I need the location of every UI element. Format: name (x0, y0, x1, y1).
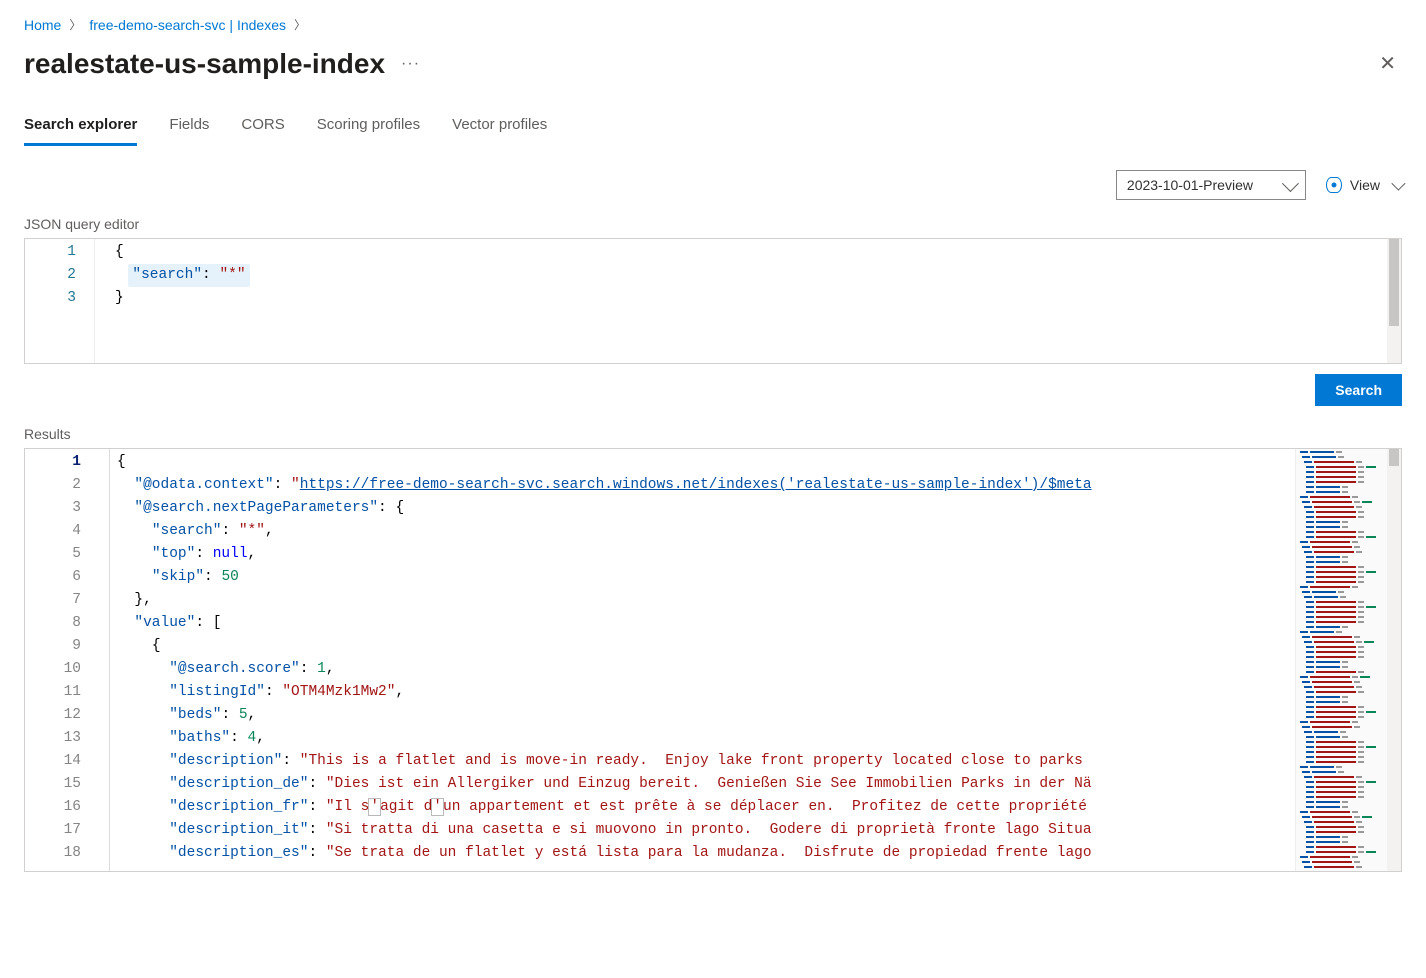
minimap[interactable] (1295, 449, 1401, 871)
tab-vector-profiles[interactable]: Vector profiles (452, 110, 547, 146)
scrollbar[interactable] (1387, 449, 1401, 871)
query-editor-label: JSON query editor (24, 216, 1402, 232)
tab-cors[interactable]: CORS (241, 110, 284, 146)
breadcrumb: Home 〉 free-demo-search-svc | Indexes 〉 (24, 16, 1402, 33)
tab-bar: Search explorer Fields CORS Scoring profile… (24, 110, 1402, 146)
chevron-down-icon (1282, 175, 1299, 192)
more-actions-button[interactable]: ··· (397, 51, 424, 77)
tab-search-explorer[interactable]: Search explorer (24, 110, 137, 146)
breadcrumb-service[interactable]: free-demo-search-svc | Indexes (89, 17, 286, 33)
api-version-value: 2023-10-01-Preview (1127, 177, 1253, 193)
view-toggle[interactable]: View (1326, 177, 1402, 193)
close-button[interactable]: ✕ (1373, 45, 1402, 82)
page-title: realestate-us-sample-index (24, 48, 385, 80)
tab-scoring-profiles[interactable]: Scoring profiles (317, 110, 420, 146)
chevron-down-icon (1391, 177, 1405, 191)
chevron-right-icon: 〉 (294, 16, 306, 33)
results-editor[interactable]: 123456789101112131415161718 { "@odata.co… (24, 448, 1402, 872)
search-button[interactable]: Search (1315, 374, 1402, 406)
results-label: Results (24, 426, 1402, 442)
json-query-editor[interactable]: 123 { "search": "*"} (24, 238, 1402, 364)
api-version-select[interactable]: 2023-10-01-Preview (1116, 170, 1306, 200)
view-label: View (1350, 177, 1380, 193)
scrollbar[interactable] (1387, 239, 1401, 363)
tab-fields[interactable]: Fields (169, 110, 209, 146)
chevron-right-icon: 〉 (69, 16, 81, 33)
breadcrumb-home[interactable]: Home (24, 17, 61, 33)
eye-icon (1326, 177, 1342, 193)
